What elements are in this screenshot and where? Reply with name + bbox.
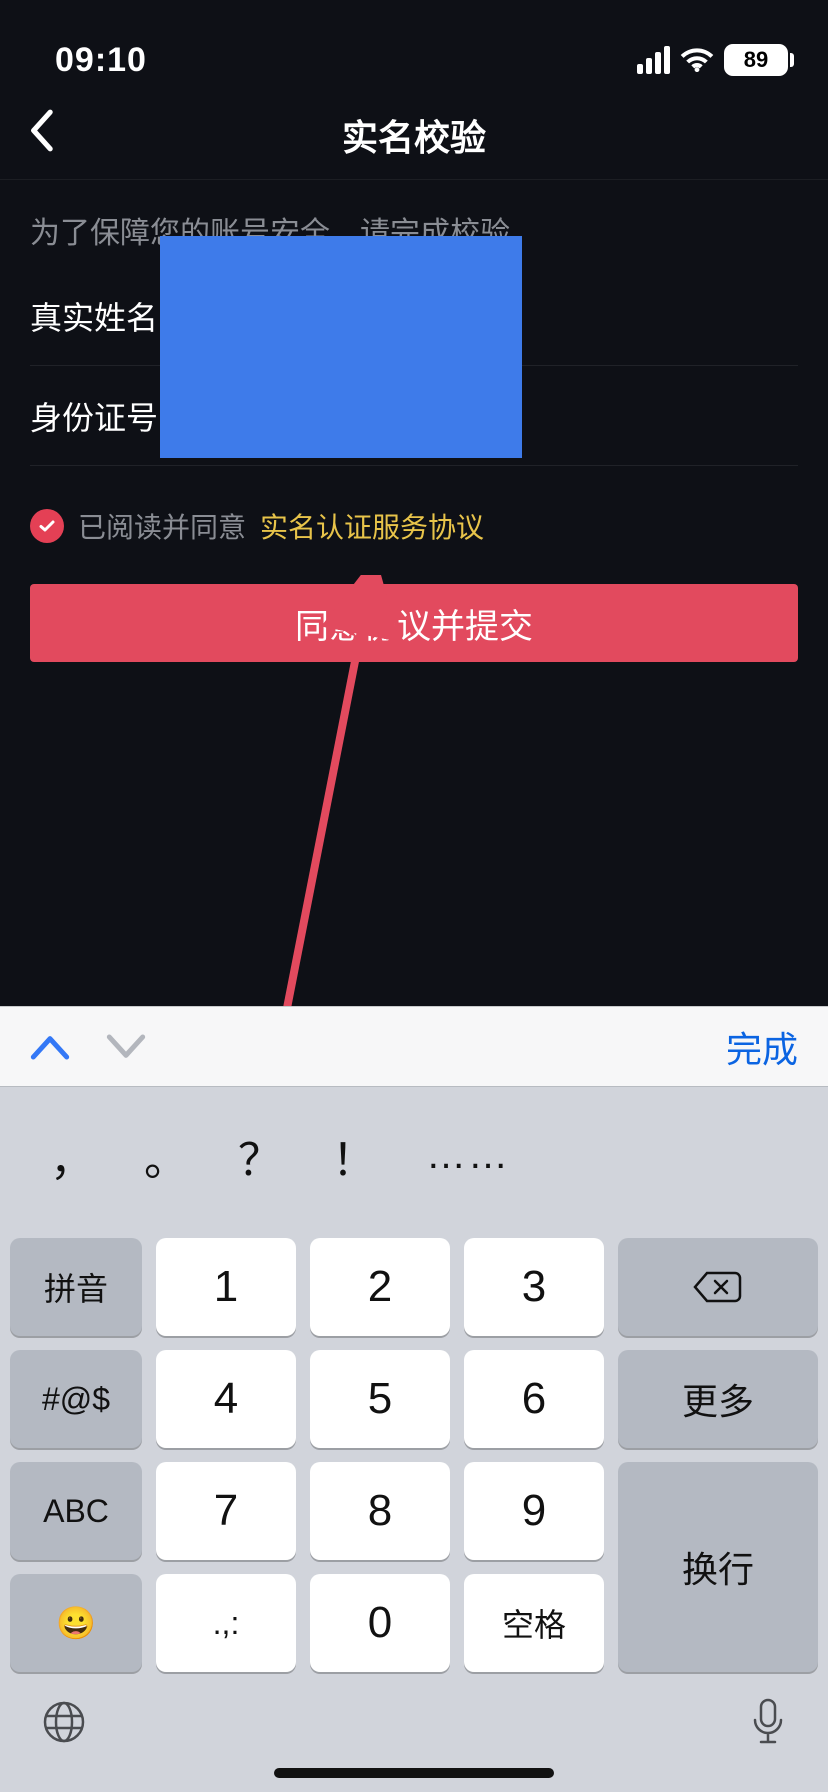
keyboard: 完成 ， 。 ？ ！ …… 拼音 1 2 3 #@$ 4 5 6 更多 ABC … (0, 1006, 828, 1792)
status-bar: 09:10 89 (0, 0, 828, 90)
key-return[interactable]: 换行 (618, 1462, 818, 1672)
cellular-signal-icon (637, 46, 670, 74)
wifi-icon (680, 47, 714, 73)
keyboard-punct-row: ， 。 ？ ！ …… (0, 1086, 828, 1224)
globe-icon[interactable] (40, 1698, 88, 1746)
key-3[interactable]: 3 (464, 1238, 604, 1336)
key-abc[interactable]: ABC (10, 1462, 142, 1560)
key-7[interactable]: 7 (156, 1462, 296, 1560)
status-time: 09:10 (55, 41, 147, 80)
key-period-cn[interactable]: 。 (144, 1124, 188, 1188)
next-field-icon[interactable] (106, 1033, 146, 1061)
page-title: 实名校验 (342, 109, 486, 161)
key-question[interactable]: ？ (238, 1124, 282, 1188)
key-punct2[interactable]: .,: (156, 1574, 296, 1672)
key-0[interactable]: 0 (310, 1574, 450, 1672)
key-8[interactable]: 8 (310, 1462, 450, 1560)
key-5[interactable]: 5 (310, 1350, 450, 1448)
keyboard-done-button[interactable]: 完成 (726, 1021, 798, 1073)
key-2[interactable]: 2 (310, 1238, 450, 1336)
agreement-link[interactable]: 实名认证服务协议 (260, 506, 484, 546)
status-right: 89 (637, 44, 788, 76)
key-space[interactable]: 空格 (464, 1574, 604, 1672)
check-icon (37, 516, 57, 536)
key-comma-cn[interactable]: ， (50, 1124, 94, 1188)
key-exclaim[interactable]: ！ (332, 1124, 376, 1188)
battery-indicator: 89 (724, 44, 788, 76)
key-emoji[interactable]: 😀 (10, 1574, 142, 1672)
keyboard-grid: 拼音 1 2 3 #@$ 4 5 6 更多 ABC 7 8 9 换行 😀 .,:… (0, 1224, 828, 1672)
keyboard-toolbar: 完成 (0, 1006, 828, 1086)
home-indicator (274, 1768, 554, 1778)
submit-label: 同意协议并提交 (295, 599, 533, 648)
redacted-overlay (160, 236, 522, 458)
key-6[interactable]: 6 (464, 1350, 604, 1448)
submit-button[interactable]: 同意协议并提交 (30, 584, 798, 662)
mic-icon[interactable] (748, 1696, 788, 1748)
page-header: 实名校验 (0, 90, 828, 180)
key-ellipsis[interactable]: …… (426, 1133, 510, 1178)
backspace-icon (692, 1269, 744, 1305)
key-backspace[interactable] (618, 1238, 818, 1336)
back-button[interactable] (28, 108, 54, 161)
agreement-row: 已阅读并同意 实名认证服务协议 (0, 466, 828, 546)
key-symbols[interactable]: #@$ (10, 1350, 142, 1448)
key-1[interactable]: 1 (156, 1238, 296, 1336)
prev-field-icon[interactable] (30, 1033, 70, 1061)
agreement-checkbox[interactable] (30, 509, 64, 543)
battery-percent: 89 (744, 47, 768, 73)
key-more[interactable]: 更多 (618, 1350, 818, 1448)
agreement-label: 已阅读并同意 (78, 506, 246, 546)
key-4[interactable]: 4 (156, 1350, 296, 1448)
key-9[interactable]: 9 (464, 1462, 604, 1560)
key-pinyin[interactable]: 拼音 (10, 1238, 142, 1336)
